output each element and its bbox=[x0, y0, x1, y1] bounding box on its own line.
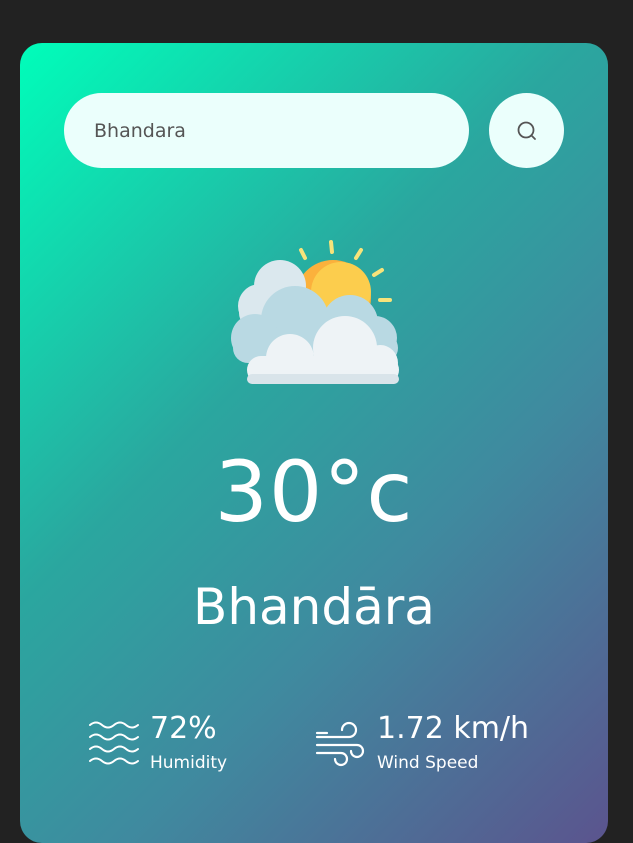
humidity-text: 72% Humidity bbox=[150, 711, 227, 775]
wind-label: Wind Speed bbox=[377, 753, 479, 773]
humidity-value: 72% bbox=[150, 711, 217, 746]
search-icon bbox=[517, 121, 536, 140]
partly-cloudy-sun-icon bbox=[231, 240, 399, 384]
humidity-detail: 72% Humidity bbox=[88, 711, 227, 775]
search-input[interactable] bbox=[64, 93, 469, 168]
wind-value: 1.72 km/h bbox=[377, 711, 530, 746]
weather-card: 30°c Bhandāra 72% Humidity 1.72 km bbox=[20, 43, 608, 843]
temperature: 30°c bbox=[214, 443, 414, 541]
city-name: Bhandāra bbox=[193, 578, 435, 636]
wind-detail: 1.72 km/h Wind Speed bbox=[315, 711, 529, 775]
humidity-waves-icon bbox=[89, 721, 139, 765]
wind-text: 1.72 km/h Wind Speed bbox=[377, 711, 529, 775]
wind-icon bbox=[315, 721, 365, 767]
search-button[interactable] bbox=[489, 93, 564, 168]
humidity-label: Humidity bbox=[150, 753, 228, 773]
search-bar bbox=[64, 93, 564, 168]
